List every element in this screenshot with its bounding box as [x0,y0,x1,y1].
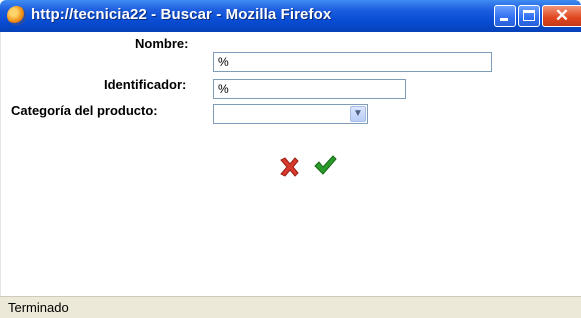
accept-button[interactable] [313,153,337,177]
title-bar[interactable]: http://tecnicia22 - Buscar - Mozilla Fir… [0,0,581,32]
minimize-button[interactable] [494,5,516,27]
nombre-input[interactable] [213,52,492,72]
window-title: http://tecnicia22 - Buscar - Mozilla Fir… [31,6,332,23]
status-bar: Terminado [0,296,581,318]
cancel-button[interactable] [277,155,301,179]
identificador-input[interactable] [213,79,406,99]
nombre-label: Nombre: [135,36,189,51]
categoria-label: Categoría del producto: [11,103,158,118]
close-icon: ✕ [554,6,570,25]
firefox-icon [7,6,26,25]
search-form: Nombre: Identificador: Categoría del pro… [0,32,581,296]
maximize-icon [523,10,535,21]
identificador-label: Identificador: [104,77,187,92]
close-button[interactable]: ✕ [542,5,581,27]
status-text: Terminado [8,300,69,315]
browser-window: http://tecnicia22 - Buscar - Mozilla Fir… [0,0,581,318]
chevron-down-icon[interactable]: ▼ [350,106,366,122]
maximize-button[interactable] [518,5,540,27]
categoria-select[interactable]: ▼ [213,104,368,124]
checkmark-icon [314,155,337,175]
minimize-icon [500,18,508,21]
close-x-icon [280,157,299,177]
